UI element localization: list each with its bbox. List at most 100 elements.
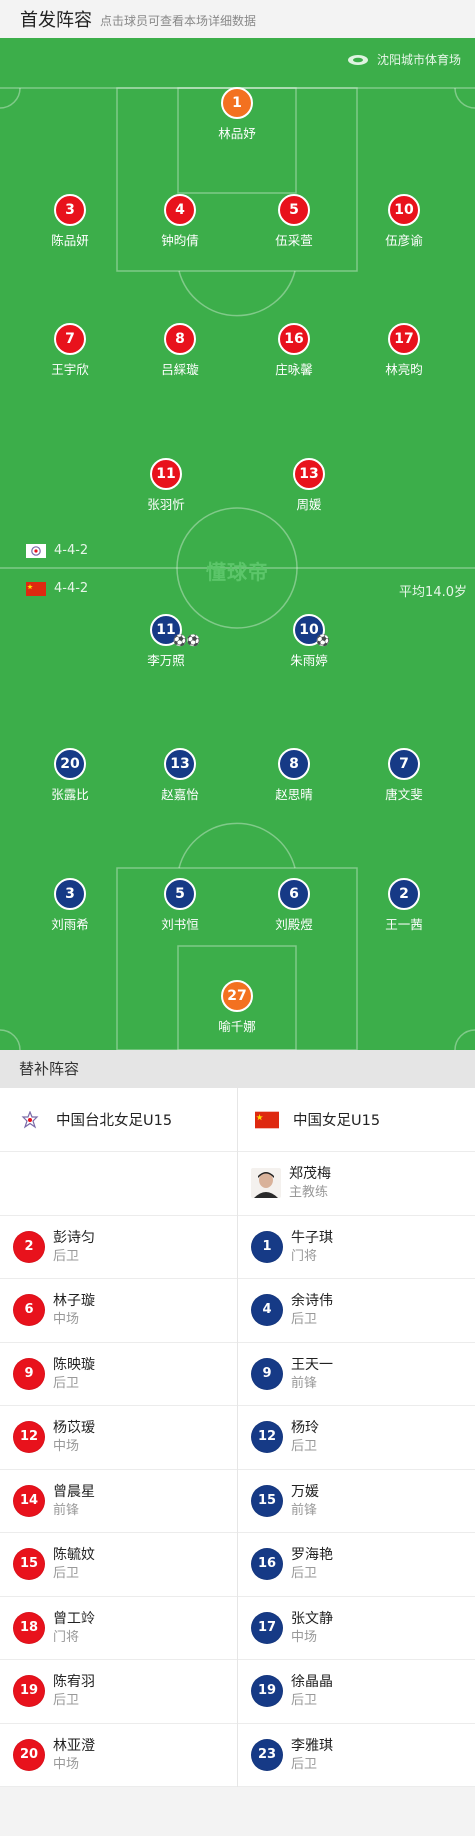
away-sub[interactable]: 4 余诗伟 后卫 — [237, 1279, 475, 1342]
away-sub[interactable]: 17 张文静 中场 — [237, 1597, 475, 1660]
goal-icons: ⚽⚽ — [173, 634, 201, 647]
away-sub[interactable]: 12 杨玲 后卫 — [237, 1406, 475, 1469]
coach-avatar — [251, 1168, 281, 1199]
player-name: 刘雨希 — [51, 917, 89, 932]
away-sub[interactable]: 16 罗海艳 后卫 — [237, 1533, 475, 1596]
player-number: 2 — [388, 878, 420, 910]
home-player-10[interactable]: 11 张羽忻 — [121, 458, 211, 513]
player-name: 周媛 — [296, 497, 322, 512]
sub-position: 后卫 — [53, 1566, 80, 1582]
home-player-5[interactable]: 10 伍彦谕 — [359, 194, 449, 249]
stadium-icon — [347, 54, 368, 65]
home-player-7[interactable]: 8 吕綵璇 — [135, 323, 225, 378]
sub-name: 陈宥羽 — [53, 1674, 95, 1691]
home-sub[interactable]: 14 曾晨星前锋 — [0, 1470, 237, 1533]
home-player-3[interactable]: 4 钟昀倩 — [135, 194, 225, 249]
away-sub[interactable]: 9 王天一 前锋 — [237, 1343, 475, 1406]
sub-position: 中场 — [53, 1756, 80, 1772]
away-player-6[interactable]: 7 唐文斐 — [359, 748, 449, 803]
sub-number: 1 — [251, 1230, 283, 1263]
away-coach[interactable]: 郑茂梅 主教练 — [237, 1152, 475, 1215]
home-formation: 4-4-2 — [26, 543, 88, 558]
away-sub[interactable]: 19 徐晶晶后卫 — [237, 1660, 475, 1723]
home-sub[interactable]: 20 林亚澄 中场 — [0, 1724, 237, 1787]
sub-position: 后卫 — [53, 1693, 80, 1709]
away-sub[interactable]: 1 牛子琪 门将 — [237, 1216, 475, 1279]
sub-position: 后卫 — [291, 1566, 318, 1582]
player-name: 刘殿煜 — [275, 917, 313, 932]
sub-number: 14 — [13, 1484, 45, 1517]
home-team-header[interactable]: 中国台北女足U15 — [0, 1088, 237, 1151]
sub-number: 23 — [251, 1738, 283, 1771]
home-player-2[interactable]: 3 陈品妍 — [25, 194, 115, 249]
sub-position: 后卫 — [291, 1439, 318, 1455]
away-player-8[interactable]: 5 刘书恒 — [135, 878, 225, 933]
home-player-6[interactable]: 7 王宇欣 — [25, 323, 115, 378]
player-number: 5 — [278, 194, 310, 226]
player-name: 刘书恒 — [161, 917, 199, 932]
player-name: 李万照 — [147, 653, 185, 668]
sub-position: 前锋 — [291, 1502, 318, 1518]
home-player-11[interactable]: 13 周媛 — [264, 458, 354, 513]
home-sub[interactable]: 15 陈毓妏 后卫 — [0, 1533, 237, 1596]
sub-number: 9 — [13, 1357, 45, 1390]
home-sub[interactable]: 9 陈映璇后卫 — [0, 1343, 237, 1406]
home-player-9[interactable]: 17 林亮昀 — [359, 323, 449, 378]
sub-position: 后卫 — [291, 1756, 318, 1772]
away-player-4[interactable]: 13 赵嘉怡 — [135, 748, 225, 803]
stadium-label: 沈阳城市体育场 — [347, 51, 461, 68]
sub-name: 曾晨星 — [53, 1483, 95, 1500]
sub-position: 中场 — [53, 1312, 80, 1328]
away-player-7[interactable]: 3 刘雨希 — [25, 878, 115, 933]
away-player-9[interactable]: 6 刘殿煜 — [249, 878, 339, 933]
sub-name: 张文静 — [291, 1610, 333, 1627]
sub-number: 2 — [13, 1230, 45, 1263]
player-name: 赵思晴 — [275, 787, 313, 802]
china-flag-icon — [255, 1111, 279, 1129]
away-player-11[interactable]: 27 喻千娜 — [192, 980, 282, 1035]
sub-name: 李雅琪 — [291, 1737, 333, 1754]
player-name: 林品妤 — [218, 126, 256, 141]
away-sub[interactable]: 15 万媛 前锋 — [237, 1470, 475, 1533]
sub-number: 12 — [251, 1421, 283, 1454]
away-player-3[interactable]: 20 张露比 — [25, 748, 115, 803]
home-player-8[interactable]: 16 庄咏馨 — [249, 323, 339, 378]
home-player-4[interactable]: 5 伍采萱 — [249, 194, 339, 249]
player-name: 张羽忻 — [147, 497, 185, 512]
home-sub[interactable]: 19 陈宥羽 后卫 — [0, 1660, 237, 1723]
sub-position: 门将 — [291, 1248, 318, 1264]
away-sub[interactable]: 23 李雅琪后卫 — [237, 1724, 475, 1787]
home-player-1[interactable]: 1 林品妤 — [192, 87, 282, 142]
subs-table: 中国台北女足U15 中国女足U15 郑茂梅 主教练 2 彭诗匀 后卫 1 牛子琪… — [0, 1088, 475, 1787]
sub-name: 林子璇 — [53, 1293, 95, 1310]
home-sub[interactable]: 2 彭诗匀 后卫 — [0, 1216, 237, 1279]
sub-number: 9 — [251, 1357, 283, 1390]
home-sub[interactable]: 12 杨苡瑷 中场 — [0, 1406, 237, 1469]
home-sub[interactable]: 18 曾工竛 门将 — [0, 1597, 237, 1660]
coach-name: 郑茂梅 — [289, 1166, 331, 1183]
sub-number: 19 — [251, 1675, 283, 1708]
sub-position: 前锋 — [53, 1502, 80, 1518]
sub-name: 罗海艳 — [291, 1547, 333, 1564]
sub-name: 陈毓妏 — [53, 1547, 95, 1564]
sub-number: 4 — [251, 1294, 283, 1327]
sub-position: 中场 — [291, 1629, 318, 1645]
player-number: 17 — [388, 323, 420, 355]
home-coach-empty — [0, 1152, 237, 1215]
away-player-5[interactable]: 8 赵思晴 — [249, 748, 339, 803]
away-player-2[interactable]: 10 ⚽ 朱雨婷 — [264, 614, 354, 669]
china-flag-svg — [255, 1111, 279, 1128]
sub-number: 12 — [13, 1421, 45, 1454]
sub-position: 后卫 — [291, 1693, 318, 1709]
player-name: 陈品妍 — [51, 233, 89, 248]
away-player-10[interactable]: 2 王一茜 — [359, 878, 449, 933]
away-team-header[interactable]: 中国女足U15 — [237, 1088, 474, 1151]
sub-name: 陈映璇 — [53, 1356, 95, 1373]
sub-name: 徐晶晶 — [291, 1674, 333, 1691]
away-player-1[interactable]: 11 ⚽⚽ 李万照 — [121, 614, 211, 669]
player-number: 20 — [54, 748, 86, 780]
home-sub[interactable]: 6 林子璇 中场 — [0, 1279, 237, 1342]
coach-role: 主教练 — [289, 1185, 329, 1201]
sub-position: 后卫 — [53, 1375, 80, 1391]
sub-name: 杨苡瑷 — [53, 1420, 95, 1437]
